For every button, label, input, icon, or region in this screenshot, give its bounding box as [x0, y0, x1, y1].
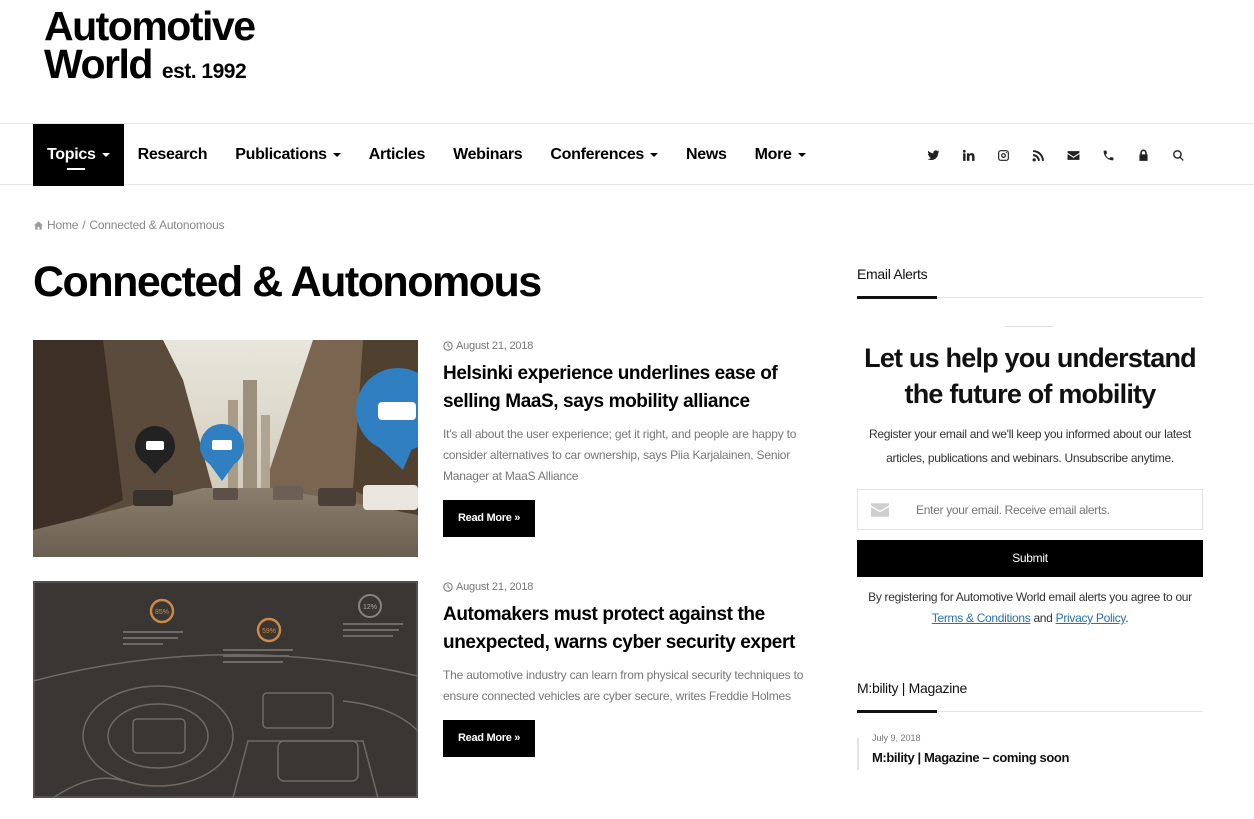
site-logo[interactable]: Automotive World est. 1992 — [44, 3, 284, 90]
chevron-down-icon — [101, 153, 110, 157]
page-title: Connected & Autonomous — [33, 258, 542, 306]
car-dashboard-image: 85% 59% 12% — [33, 581, 418, 798]
nav-label: Conferences — [550, 146, 645, 163]
widget-accent — [857, 710, 937, 713]
nav-item-webinars[interactable]: Webinars — [439, 124, 536, 186]
breadcrumb: Home / Connected & Autonomous — [33, 218, 225, 232]
logo-world: World — [44, 41, 153, 87]
chevron-down-icon — [650, 153, 659, 157]
twitter-icon[interactable] — [916, 140, 951, 170]
nav-label: Articles — [368, 146, 426, 163]
legal-text: By registering for Automotive World emai… — [857, 587, 1203, 629]
breadcrumb-separator: / — [82, 218, 86, 232]
nav-label: Webinars — [453, 146, 523, 163]
nav-label: News — [686, 146, 727, 163]
magazine-title: M:bility | Magazine — [857, 680, 967, 696]
main-nav: Topics Research Publications Articles We… — [0, 123, 1254, 186]
article-excerpt: The automotive industry can learn from p… — [443, 668, 804, 703]
instagram-icon[interactable] — [986, 140, 1021, 170]
submit-button[interactable]: Submit — [857, 540, 1203, 577]
social-icons — [916, 124, 1196, 186]
nav-item-conferences[interactable]: Conferences — [536, 124, 672, 186]
widget-accent — [857, 296, 937, 299]
stat-59: 59% — [262, 628, 276, 635]
breadcrumb-current: Connected & Autonomous — [89, 218, 225, 232]
breadcrumb-home[interactable]: Home — [33, 218, 78, 232]
nav-menu: Topics Research Publications Articles We… — [33, 124, 820, 186]
chevron-down-icon — [797, 153, 806, 157]
email-field-wrapper — [857, 489, 1203, 530]
stat-85: 85% — [155, 609, 169, 616]
stat-12: 12% — [363, 604, 377, 611]
search-icon[interactable] — [1161, 140, 1196, 170]
email-alerts-text: Register your email and we'll keep you i… — [869, 427, 1191, 465]
legal-and: and — [1033, 611, 1053, 625]
magazine-post-link[interactable]: M:bility | Magazine – coming soon — [872, 750, 1069, 765]
nav-label: More — [754, 146, 792, 163]
article-date-text: August 21, 2018 — [456, 340, 534, 352]
nav-label: Research — [137, 146, 208, 163]
rss-icon[interactable] — [1021, 140, 1056, 170]
lock-icon[interactable] — [1126, 140, 1161, 170]
linkedin-icon[interactable] — [951, 140, 986, 170]
article-headline[interactable]: Automakers must protect against the unex… — [443, 601, 813, 657]
terms-link[interactable]: Terms & Conditions — [932, 611, 1031, 625]
article-excerpt: It's all about the user experience; get … — [443, 427, 797, 483]
post-marker — [857, 738, 859, 770]
nav-item-publications[interactable]: Publications — [221, 124, 355, 186]
article-date: August 21, 2018 — [443, 340, 813, 352]
nav-item-news[interactable]: News — [672, 124, 741, 186]
article-date: August 21, 2018 — [443, 581, 813, 593]
read-more-button[interactable]: Read More » — [443, 500, 536, 537]
article-thumbnail[interactable]: 85% 59% 12% — [33, 581, 418, 798]
privacy-link[interactable]: Privacy Policy — [1056, 611, 1126, 625]
email-alerts-title: Email Alerts — [857, 266, 928, 282]
article-content: August 21, 2018 Helsinki experience unde… — [443, 340, 813, 537]
widget-divider — [857, 296, 1203, 299]
article-date-text: August 21, 2018 — [456, 581, 534, 593]
legal-prefix: By registering for Automotive World emai… — [868, 590, 1192, 604]
clock-icon — [443, 582, 453, 592]
envelope-icon — [858, 502, 902, 517]
logo-line-1: Automotive — [44, 3, 256, 49]
phone-icon[interactable] — [1091, 140, 1126, 170]
read-more-button[interactable]: Read More » — [443, 720, 536, 757]
nav-item-articles[interactable]: Articles — [355, 124, 439, 186]
envelope-icon[interactable] — [1056, 140, 1091, 170]
logo-line-2: World est. 1992 — [44, 44, 284, 90]
article-content: August 21, 2018 Automakers must protect … — [443, 581, 813, 757]
article-headline[interactable]: Helsinki experience underlines ease of s… — [443, 360, 813, 416]
logo-est: est. 1992 — [161, 60, 247, 83]
legal-period: . — [1125, 611, 1129, 625]
nav-item-research[interactable]: Research — [124, 124, 222, 186]
widget-divider — [857, 710, 1203, 713]
nav-item-more[interactable]: More — [741, 124, 820, 186]
nav-item-topics[interactable]: Topics — [33, 124, 124, 186]
magazine-post-date: July 9, 2018 — [872, 733, 921, 743]
clock-icon — [443, 341, 453, 351]
chevron-down-icon — [332, 153, 341, 157]
email-field[interactable] — [902, 502, 1202, 517]
breadcrumb-home-label: Home — [47, 218, 79, 232]
city-street-image — [33, 340, 418, 557]
home-icon — [33, 220, 44, 230]
nav-label: Topics — [47, 146, 96, 163]
divider — [1005, 326, 1053, 327]
email-alerts-heading: Let us help you understand the future of… — [864, 343, 1197, 409]
nav-label: Publications — [235, 146, 327, 163]
article-thumbnail[interactable] — [33, 340, 418, 557]
